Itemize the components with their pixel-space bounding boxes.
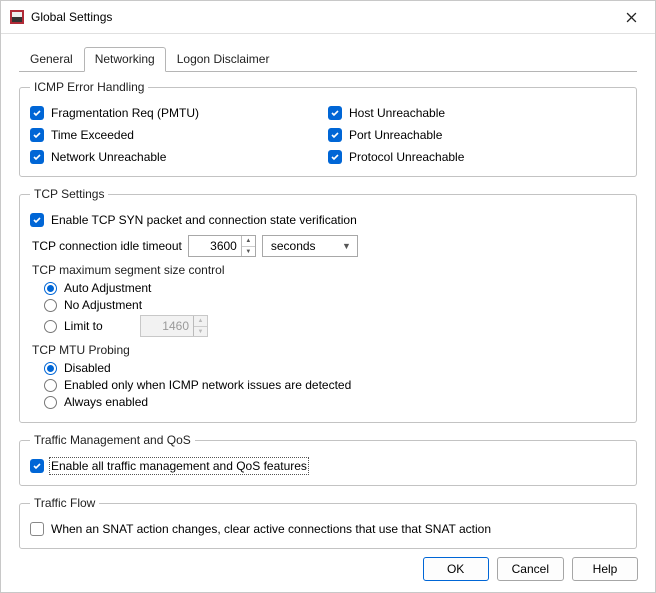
checkbox-host-unreachable[interactable]: Host Unreachable (328, 106, 626, 120)
tab-bar: General Networking Logon Disclaimer (19, 46, 637, 72)
check-icon (328, 128, 342, 142)
radio-icon (44, 379, 57, 392)
checkbox-label: Time Exceeded (51, 128, 134, 142)
tcp-group: TCP Settings Enable TCP SYN packet and c… (19, 187, 637, 423)
check-icon (30, 128, 44, 142)
flow-legend: Traffic Flow (30, 496, 99, 510)
checkbox-label: Fragmentation Req (PMTU) (51, 106, 199, 120)
tab-logon-disclaimer[interactable]: Logon Disclaimer (166, 47, 281, 72)
radio-mss-none[interactable]: No Adjustment (44, 298, 626, 312)
checkbox-network-unreachable[interactable]: Network Unreachable (30, 150, 328, 164)
chevron-up-icon: ▲ (194, 316, 207, 326)
checkbox-label: Port Unreachable (349, 128, 442, 142)
mss-limit-input: 1460 ▲▼ (140, 315, 208, 337)
checkbox-label: Network Unreachable (51, 150, 166, 164)
check-icon (30, 459, 44, 473)
window-title: Global Settings (31, 10, 617, 24)
checkbox-protocol-unreachable[interactable]: Protocol Unreachable (328, 150, 626, 164)
chevron-down-icon: ▼ (342, 241, 351, 251)
checkbox-snat-clear[interactable]: When an SNAT action changes, clear activ… (30, 522, 626, 536)
radio-icon (44, 362, 57, 375)
dialog-buttons: OK Cancel Help (423, 557, 638, 581)
select-value: seconds (271, 239, 316, 253)
spinner: ▲▼ (193, 316, 207, 336)
dialog-content: General Networking Logon Disclaimer ICMP… (1, 34, 655, 573)
flow-group: Traffic Flow When an SNAT action changes… (19, 496, 637, 549)
radio-label: Always enabled (64, 395, 148, 409)
check-icon (30, 106, 44, 120)
close-icon (626, 12, 637, 23)
tab-networking[interactable]: Networking (84, 47, 166, 72)
idle-timeout-value: 3600 (189, 239, 241, 253)
mss-label: TCP maximum segment size control (32, 263, 626, 277)
checkbox-enable-qos[interactable]: Enable all traffic management and QoS fe… (30, 459, 626, 473)
idle-timeout-row: TCP connection idle timeout 3600 ▲▼ seco… (32, 235, 626, 257)
checkbox-label: Enable all traffic management and QoS fe… (51, 459, 307, 473)
check-icon (30, 150, 44, 164)
help-button[interactable]: Help (572, 557, 638, 581)
chevron-down-icon[interactable]: ▼ (242, 246, 255, 256)
idle-timeout-input[interactable]: 3600 ▲▼ (188, 235, 256, 257)
radio-label: Auto Adjustment (64, 281, 151, 295)
radio-mtu-always[interactable]: Always enabled (44, 395, 626, 409)
qos-legend: Traffic Management and QoS (30, 433, 195, 447)
radio-label: Disabled (64, 361, 111, 375)
radio-icon (44, 396, 57, 409)
checkbox-label: Host Unreachable (349, 106, 445, 120)
radio-label: No Adjustment (64, 298, 142, 312)
icmp-group: ICMP Error Handling Fragmentation Req (P… (19, 80, 637, 177)
titlebar: Global Settings (1, 1, 655, 34)
app-icon (9, 9, 25, 25)
check-icon (328, 150, 342, 164)
mss-limit-value: 1460 (141, 319, 193, 333)
radio-mss-auto[interactable]: Auto Adjustment (44, 281, 626, 295)
check-icon (30, 522, 44, 536)
chevron-up-icon[interactable]: ▲ (242, 236, 255, 246)
radio-label: Limit to (64, 319, 122, 333)
radio-mss-limit[interactable]: Limit to 1460 ▲▼ (44, 315, 626, 337)
radio-mtu-disabled[interactable]: Disabled (44, 361, 626, 375)
chevron-down-icon: ▼ (194, 326, 207, 336)
tab-general[interactable]: General (19, 47, 84, 72)
checkbox-label: Protocol Unreachable (349, 150, 464, 164)
close-button[interactable] (617, 7, 645, 27)
cancel-button[interactable]: Cancel (497, 557, 564, 581)
idle-timeout-label: TCP connection idle timeout (32, 239, 182, 253)
checkbox-enable-syn[interactable]: Enable TCP SYN packet and connection sta… (30, 213, 626, 227)
check-icon (30, 213, 44, 227)
ok-button[interactable]: OK (423, 557, 489, 581)
spinner[interactable]: ▲▼ (241, 236, 255, 256)
radio-icon (44, 299, 57, 312)
mtu-label: TCP MTU Probing (32, 343, 626, 357)
checkbox-label: Enable TCP SYN packet and connection sta… (51, 213, 357, 227)
checkbox-time-exceeded[interactable]: Time Exceeded (30, 128, 328, 142)
radio-icon (44, 320, 57, 333)
checkbox-port-unreachable[interactable]: Port Unreachable (328, 128, 626, 142)
tcp-legend: TCP Settings (30, 187, 108, 201)
checkbox-fragmentation[interactable]: Fragmentation Req (PMTU) (30, 106, 328, 120)
idle-timeout-unit[interactable]: seconds ▼ (262, 235, 358, 257)
checkbox-label: When an SNAT action changes, clear activ… (51, 522, 491, 536)
icmp-legend: ICMP Error Handling (30, 80, 148, 94)
qos-group: Traffic Management and QoS Enable all tr… (19, 433, 637, 486)
radio-label: Enabled only when ICMP network issues ar… (64, 378, 351, 392)
check-icon (328, 106, 342, 120)
radio-mtu-auto[interactable]: Enabled only when ICMP network issues ar… (44, 378, 626, 392)
radio-icon (44, 282, 57, 295)
